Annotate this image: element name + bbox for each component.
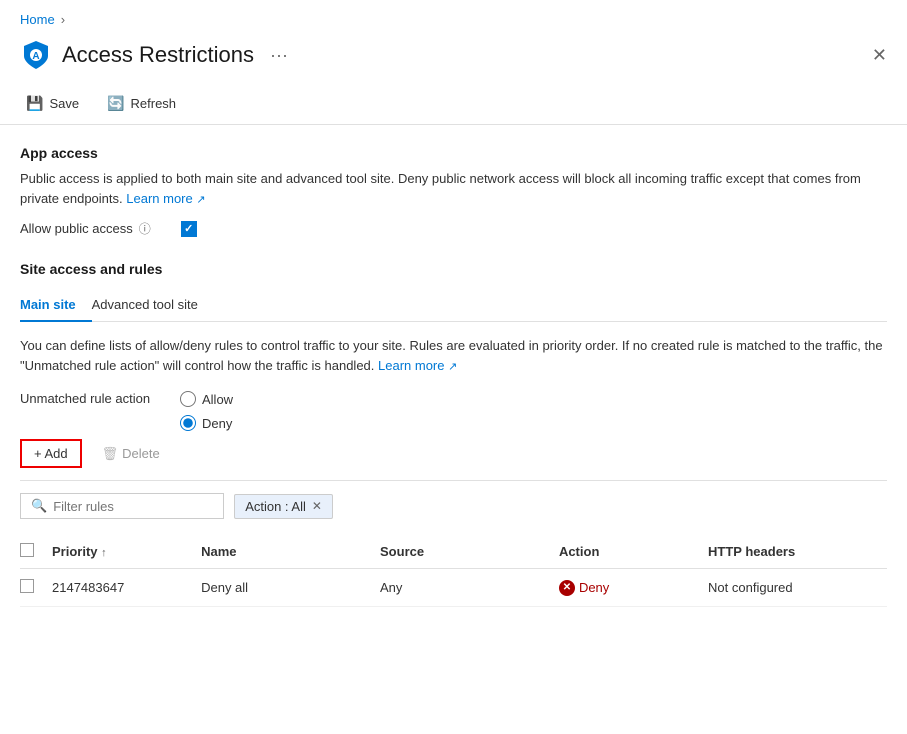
table-row[interactable]: 2147483647 Deny all Any ✕ Deny Not confi… <box>20 569 887 607</box>
col-header-name: Name <box>201 535 380 569</box>
unmatched-rule-options: Allow Deny <box>180 391 233 439</box>
row-action: ✕ Deny <box>559 569 708 607</box>
save-icon: 💾 <box>26 95 43 112</box>
filter-input-wrap: 🔍 <box>20 493 224 519</box>
priority-sort-icon: ↑ <box>101 547 107 559</box>
save-label: Save <box>49 96 79 111</box>
allow-public-access-info-icon[interactable]: ⓘ <box>139 220 151 237</box>
allow-public-access-label-group: Allow public access ⓘ <box>20 220 151 237</box>
row-http-headers: Not configured <box>708 569 887 607</box>
deny-circle-icon: ✕ <box>559 580 575 596</box>
table-header-row: Priority ↑ Name Source Action HTTP heade… <box>20 535 887 569</box>
delete-icon: 🗑 <box>102 446 119 462</box>
action-tag-label: Action : All <box>245 499 306 514</box>
col-header-priority[interactable]: Priority ↑ <box>52 535 201 569</box>
external-link-icon: ↗ <box>196 194 205 206</box>
filter-input[interactable] <box>53 499 213 514</box>
refresh-button[interactable]: 🔄 Refresh <box>101 91 182 116</box>
col-header-action: Action <box>559 535 708 569</box>
filter-row: 🔍 Action : All ✕ <box>20 493 887 519</box>
app-access-learn-more[interactable]: Learn more ↗ <box>126 191 205 206</box>
col-header-check <box>20 535 52 569</box>
radio-deny[interactable] <box>180 415 196 431</box>
add-button[interactable]: + Add <box>20 439 82 468</box>
page-title: Access Restrictions <box>62 42 254 68</box>
allow-public-access-row: Allow public access ⓘ <box>20 220 887 237</box>
allow-public-access-label: Allow public access <box>20 221 133 236</box>
deny-label: Deny <box>579 580 609 595</box>
radio-deny-row: Deny <box>180 415 233 431</box>
action-tag-close[interactable]: ✕ <box>312 499 322 513</box>
col-header-http-headers: HTTP headers <box>708 535 887 569</box>
page-container: Home › A Access Restrictions ··· ✕ 💾 Sav… <box>0 0 907 734</box>
page-menu-button[interactable]: ··· <box>270 45 288 66</box>
radio-allow[interactable] <box>180 391 196 407</box>
allow-public-access-checkbox[interactable] <box>181 221 197 237</box>
row-name: Deny all <box>201 569 380 607</box>
search-icon: 🔍 <box>31 498 47 514</box>
row-checkbox[interactable] <box>20 579 34 593</box>
tab-advanced-tool-site[interactable]: Advanced tool site <box>92 289 214 322</box>
site-access-section: Site access and rules Main site Advanced… <box>20 261 887 607</box>
app-access-description: Public access is applied to both main si… <box>20 169 887 208</box>
unmatched-rule-row: Unmatched rule action Allow Deny <box>20 391 887 439</box>
toolbar: 💾 Save 🔄 Refresh <box>0 83 907 125</box>
tab-description: You can define lists of allow/deny rules… <box>20 336 887 375</box>
row-source: Any <box>380 569 559 607</box>
rules-table: Priority ↑ Name Source Action HTTP heade… <box>20 535 887 607</box>
delete-label: Delete <box>122 446 160 461</box>
access-restrictions-icon: A <box>20 39 52 71</box>
refresh-label: Refresh <box>131 96 177 111</box>
delete-button[interactable]: 🗑 Delete <box>90 441 172 467</box>
deny-badge: ✕ Deny <box>559 580 696 596</box>
radio-allow-row: Allow <box>180 391 233 407</box>
app-access-section: App access Public access is applied to b… <box>20 145 887 237</box>
save-button[interactable]: 💾 Save <box>20 91 85 116</box>
app-access-title: App access <box>20 145 887 161</box>
row-checkbox-cell <box>20 569 52 607</box>
breadcrumb: Home › <box>0 0 907 35</box>
unmatched-rule-label: Unmatched rule action <box>20 391 180 406</box>
action-filter-tag: Action : All ✕ <box>234 494 333 519</box>
page-header: A Access Restrictions ··· ✕ <box>0 35 907 83</box>
refresh-icon: 🔄 <box>107 95 124 112</box>
header-checkbox[interactable] <box>20 543 34 557</box>
content-area: App access Public access is applied to b… <box>0 125 907 627</box>
tab-main-site[interactable]: Main site <box>20 289 92 322</box>
close-button[interactable]: ✕ <box>872 45 887 66</box>
col-header-source: Source <box>380 535 559 569</box>
breadcrumb-separator: › <box>61 12 65 27</box>
action-bar: + Add 🗑 Delete <box>20 439 887 481</box>
svg-text:A: A <box>32 51 39 62</box>
tabs-bar: Main site Advanced tool site <box>20 289 887 322</box>
row-priority: 2147483647 <box>52 569 201 607</box>
radio-allow-label: Allow <box>202 392 233 407</box>
tab-learn-more[interactable]: Learn more ↗ <box>378 358 457 373</box>
site-access-title: Site access and rules <box>20 261 887 277</box>
tab-external-link-icon: ↗ <box>448 361 457 373</box>
radio-deny-label: Deny <box>202 416 232 431</box>
page-header-left: A Access Restrictions ··· <box>20 39 288 71</box>
breadcrumb-home[interactable]: Home <box>20 12 55 27</box>
